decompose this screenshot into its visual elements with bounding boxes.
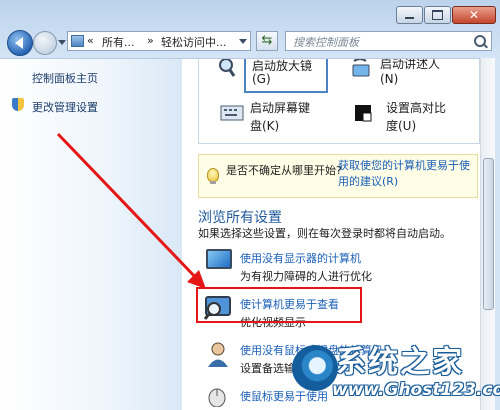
watermark: 系统之家 www.Ghost123.com xyxy=(292,335,500,410)
highlight-box xyxy=(196,287,362,323)
control-panel-window: ✕ « 所有... » 轻松访问中... ⇆ 控制面板主页 更改管理设置 xyxy=(0,0,500,410)
watermark-title: 系统之家 xyxy=(336,345,464,380)
watermark-url: www.Ghost123.com xyxy=(332,380,500,400)
